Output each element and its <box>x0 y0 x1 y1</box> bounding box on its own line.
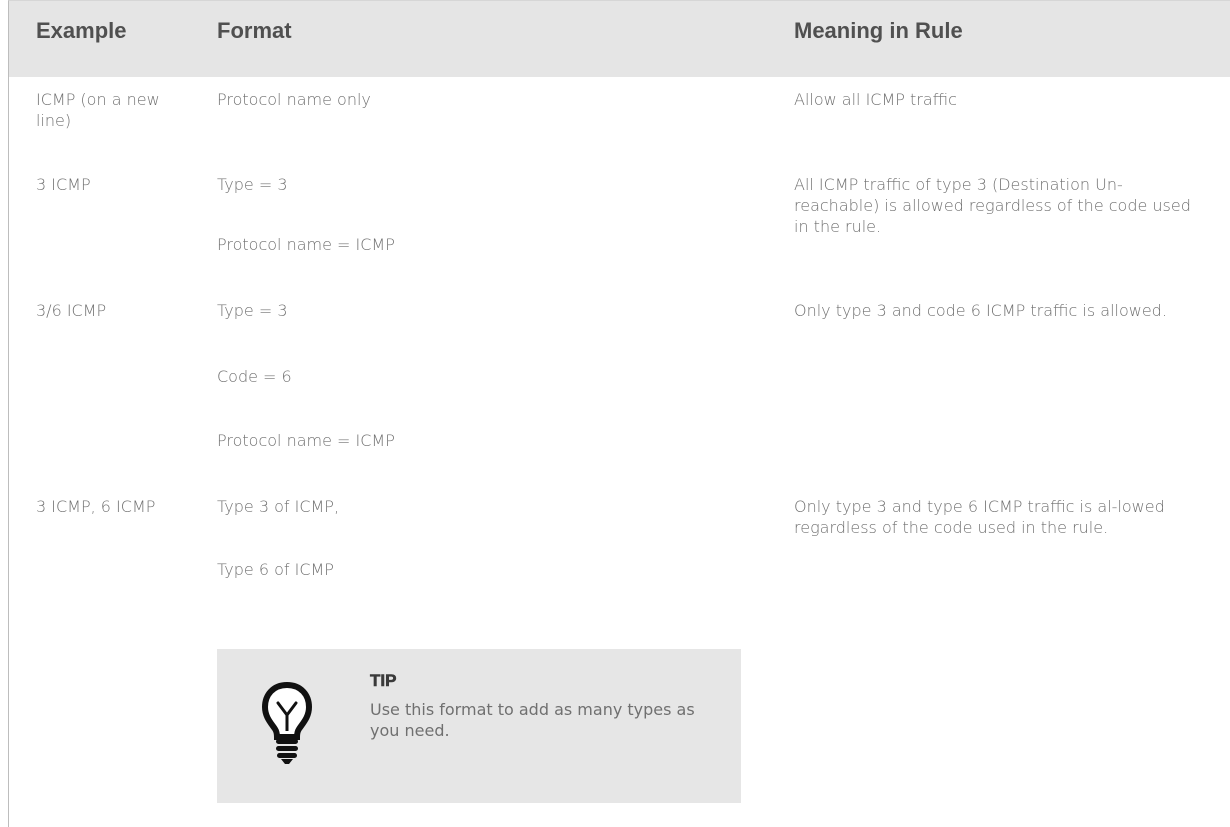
row-2-format-2: Protocol name = ICMP <box>217 235 395 254</box>
row-3-meaning: Only type 3 and code 6 ICMP traffic is a… <box>794 301 1167 320</box>
header-format: Format <box>217 18 292 43</box>
row-2-example: 3 ICMP <box>36 175 91 194</box>
row-1-format-1: Protocol name only <box>217 90 371 109</box>
row-3-format-1: Type = 3 <box>217 301 288 320</box>
tip-callout: TIP Use this format to add as many types… <box>217 649 741 803</box>
row-2-format-1: Type = 3 <box>217 175 288 194</box>
table-header-row <box>9 1 1230 77</box>
row-1-meaning: Allow all ICMP traffic <box>794 90 957 109</box>
row-3-format-2: Code = 6 <box>217 367 292 386</box>
row-4-format-1: Type 3 of ICMP, <box>217 497 340 516</box>
lightbulb-icon <box>261 681 313 765</box>
row-2-meaning: All ICMP traffic of type 3 (Destination … <box>794 175 1191 236</box>
row-4-meaning: Only type 3 and type 6 ICMP traffic is a… <box>794 497 1165 537</box>
tip-title: TIP <box>370 671 397 691</box>
row-4-format-2: Type 6 of ICMP <box>217 560 334 579</box>
row-4-example: 3 ICMP, 6 ICMP <box>36 497 156 516</box>
header-example: Example <box>36 18 127 43</box>
header-meaning: Meaning in Rule <box>794 18 963 43</box>
row-3-example: 3/6 ICMP <box>36 301 107 320</box>
tip-text: Use this format to add as many types as … <box>370 700 695 740</box>
row-1-example: ICMP (on a new line) <box>36 90 160 130</box>
row-3-format-3: Protocol name = ICMP <box>217 431 395 450</box>
